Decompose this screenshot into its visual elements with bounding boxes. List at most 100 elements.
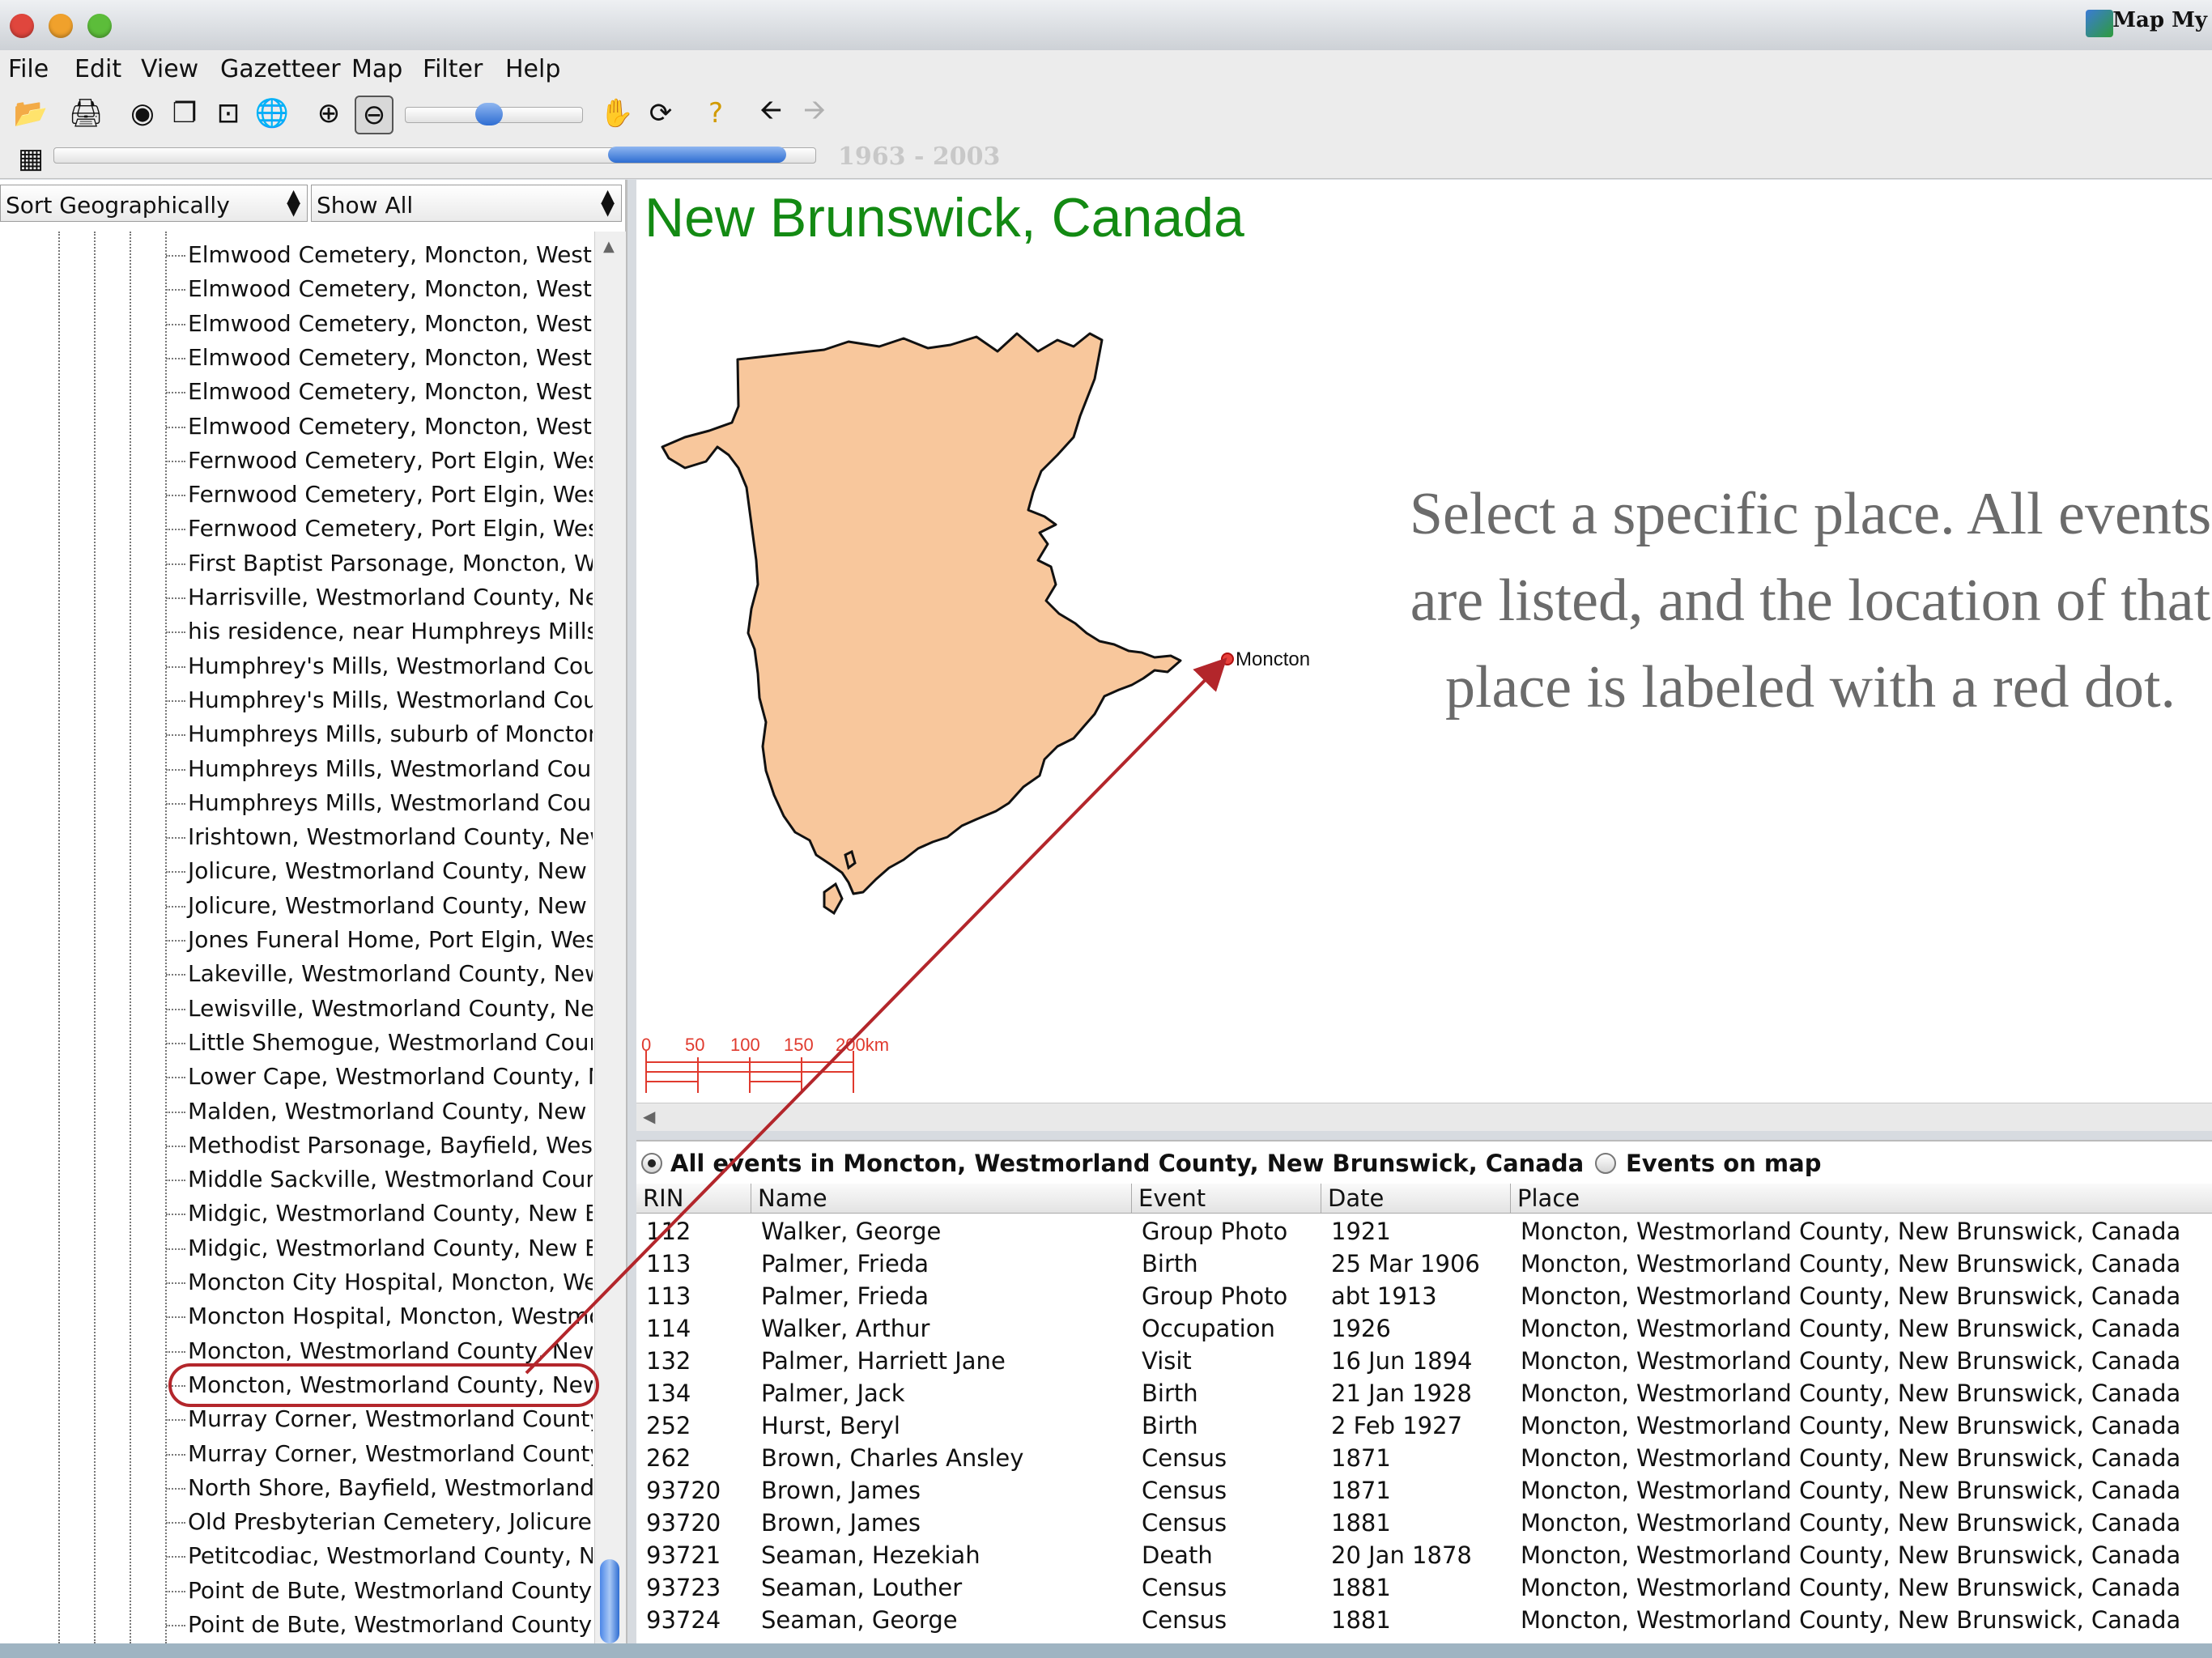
menu-file[interactable]: File [8,55,49,83]
column-place[interactable]: Place [1511,1184,2212,1213]
scroll-left-icon[interactable]: ◀ [643,1107,655,1126]
place-item[interactable]: Humphrey's Mills, Westmorland Coun [166,687,593,721]
map-panel[interactable]: New Brunswick, Canada Moncton 0 50 100 1… [636,180,2212,1103]
column-name[interactable]: Name [751,1184,1132,1213]
event-row[interactable]: 93723 Seaman, Louther Census 1881 Moncton, W… [636,1571,2212,1603]
refresh-icon[interactable]: ⟳ [643,96,678,131]
event-row[interactable]: 262 Brown, Charles Ansley Census 1871 Moncto… [636,1441,2212,1473]
map-horizontal-scrollbar[interactable]: ◀ [636,1103,2212,1131]
place-item[interactable]: Murray Corner, Westmorland County, [166,1440,593,1474]
events-on-map-radio[interactable] [1595,1153,1616,1174]
timeline-slider[interactable] [53,147,816,164]
calendar-icon[interactable]: ▦ [13,141,49,176]
event-row[interactable]: 93720 Brown, James Census 1871 Moncton, West… [636,1473,2212,1506]
place-item[interactable]: Lakeville, Westmorland County, New I [166,960,593,994]
close-window-button[interactable] [10,14,34,38]
zoom-slider[interactable] [405,103,583,125]
place-item[interactable]: Moncton City Hospital, Moncton, West [166,1269,593,1303]
menu-map[interactable]: Map [351,55,402,83]
place-item[interactable]: Humphreys Mills, suburb of Moncton, [166,721,593,755]
print-icon[interactable]: 🖨 [68,96,104,131]
place-item[interactable]: Midgic, Westmorland County, New Bru [166,1200,593,1234]
place-item[interactable]: Petitcodiac, Westmorland County, Nev [166,1542,593,1576]
menu-filter[interactable]: Filter [423,55,483,83]
scroll-up-icon[interactable]: ▲ [603,238,615,255]
globe-icon[interactable]: 🌐 [254,96,290,131]
place-item[interactable]: Moncton, Westmorland County, New I [166,1337,593,1371]
all-events-label[interactable]: All events in Moncton, Westmorland Count… [670,1150,1584,1177]
place-list-scrollbar[interactable]: ▲ [594,232,626,1643]
help-icon[interactable]: ? [698,96,734,131]
moncton-marker-dot[interactable] [1221,653,1234,665]
menu-edit[interactable]: Edit [74,55,121,83]
place-list-scroll-thumb[interactable] [600,1559,619,1643]
place-item-selected[interactable]: Moncton, Westmorland County, New I [166,1371,593,1405]
place-item[interactable]: Harrisville, Westmorland County, New [166,584,593,618]
place-item[interactable]: Elmwood Cemetery, Moncton, Westm [166,275,593,309]
event-row[interactable]: 93724 Seaman, George Census 1881 Moncton, We… [636,1603,2212,1635]
place-item[interactable]: Point de Bute, Westmorland County, N [166,1611,593,1643]
place-item[interactable]: Humphreys Mills, Westmorland Count [166,789,593,823]
place-item[interactable]: Fernwood Cemetery, Port Elgin, West [166,515,593,549]
pan-hand-icon[interactable]: ✋ [599,96,635,131]
place-item[interactable]: Jolicure, Westmorland County, New B [166,892,593,926]
place-item[interactable]: Humphrey's Mills, Westmorland Coun [166,653,593,687]
place-item[interactable]: Malden, Westmorland County, New Br [166,1098,593,1132]
place-item[interactable]: Humphreys Mills, Westmorland Count [166,755,593,789]
place-item[interactable]: Elmwood Cemetery, Moncton, Westm [166,310,593,344]
place-item[interactable]: Old Presbyterian Cemetery, Jolicure, ' [166,1508,593,1542]
place-item[interactable]: Jones Funeral Home, Port Elgin, West [166,926,593,960]
place-item[interactable]: Little Shemogue, Westmorland Count [166,1029,593,1063]
timeline-range-thumb[interactable] [608,147,786,163]
menu-help[interactable]: Help [505,55,560,83]
event-row[interactable]: 134 Palmer, Jack Birth 21 Jan 1928 Moncton, … [636,1376,2212,1409]
filter-select[interactable]: Show All ▲ ▼ [311,185,622,222]
zoom-out-icon[interactable]: ⊖ [355,96,393,134]
event-row[interactable]: 112 Walker, George Group Photo 1921 Moncton,… [636,1214,2212,1247]
place-item[interactable]: Elmwood Cemetery, Moncton, Westm [166,241,593,275]
events-on-map-label[interactable]: Events on map [1626,1150,1821,1177]
place-item[interactable]: Fernwood Cemetery, Port Elgin, West [166,447,593,481]
place-item[interactable]: Middle Sackville, Westmorland County [166,1166,593,1200]
zoom-window-button[interactable] [87,14,112,38]
sort-select[interactable]: Sort Geographically ▲ ▼ [0,185,308,222]
back-arrow-icon[interactable]: 🡨 [753,94,789,131]
place-item[interactable]: Fernwood Cemetery, Port Elgin, West [166,481,593,515]
column-date[interactable]: Date [1321,1184,1511,1213]
forward-arrow-icon[interactable]: 🡪 [797,94,832,131]
binoculars-icon[interactable]: ◉ [125,96,160,131]
place-item[interactable]: Point de Bute, Westmorland County, N [166,1577,593,1611]
all-events-radio[interactable] [641,1153,662,1174]
place-item[interactable]: Elmwood Cemetery, Moncton, Westm [166,378,593,412]
place-item[interactable]: Murray Corner, Westmorland County, [166,1405,593,1439]
event-row[interactable]: 114 Walker, Arthur Occupation 1926 Moncton, … [636,1312,2212,1344]
place-item[interactable]: Midgic, Westmorland County, New Bru [166,1235,593,1269]
event-row[interactable]: 113 Palmer, Frieda Birth 25 Mar 1906 Moncton… [636,1247,2212,1279]
event-row[interactable]: 113 Palmer, Frieda Group Photo abt 1913 Monc… [636,1279,2212,1312]
event-row[interactable]: 132 Palmer, Harriett Jane Visit 16 Jun 1894… [636,1344,2212,1376]
place-item[interactable]: Elmwood Cemetery, Moncton, Westm [166,344,593,378]
copy-icon[interactable]: ❐ [167,96,202,131]
new-brunswick-shape[interactable] [661,332,1182,895]
zoom-in-icon[interactable]: ⊕ [311,96,347,131]
minimize-window-button[interactable] [49,14,73,38]
place-item[interactable]: Lower Cape, Westmorland County, Ne [166,1063,593,1097]
place-item[interactable]: First Baptist Parsonage, Moncton, We [166,550,593,584]
zoom-slider-thumb[interactable] [475,103,503,125]
place-item[interactable]: Lewisville, Westmorland County, New [166,995,593,1029]
place-item[interactable]: Irishtown, Westmorland County, New [166,823,593,857]
zoom-extent-icon[interactable]: ⊡ [211,96,246,131]
event-row[interactable]: 93720 Brown, James Census 1881 Moncton, West… [636,1506,2212,1538]
place-item[interactable]: his residence, near Humphreys Mills, [166,618,593,652]
event-row[interactable]: 93721 Seaman, Hezekiah Death 20 Jan 1878 Mon… [636,1538,2212,1571]
open-folder-icon[interactable]: 📂 [13,96,49,131]
menu-view[interactable]: View [141,55,198,83]
event-row[interactable]: 252 Hurst, Beryl Birth 2 Feb 1927 Moncton, W… [636,1409,2212,1441]
place-item[interactable]: North Shore, Bayfield, Westmorland C [166,1474,593,1508]
column-rin[interactable]: RIN [636,1184,751,1213]
place-item[interactable]: Jolicure, Westmorland County, New B [166,857,593,891]
menu-gazetteer[interactable]: Gazetteer [220,55,341,83]
place-item[interactable]: Moncton Hospital, Moncton, Westmor [166,1303,593,1337]
place-item[interactable]: Elmwood Cemetery, Moncton, Westm [166,413,593,447]
column-event[interactable]: Event [1132,1184,1321,1213]
